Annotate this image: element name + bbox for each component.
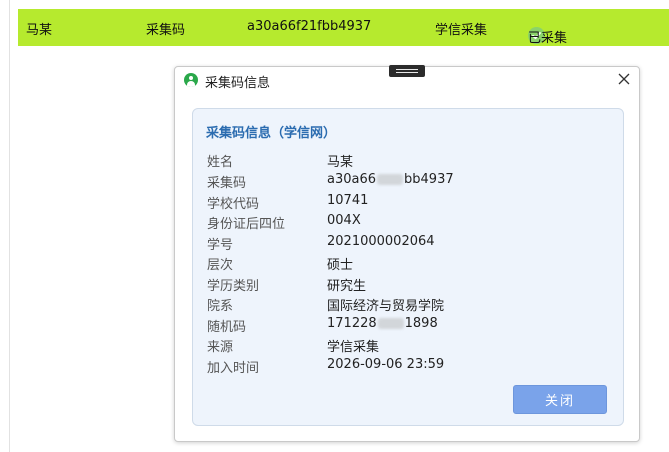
- field-label-added-time: 加入时间: [207, 361, 260, 376]
- field-label-department: 院系: [207, 299, 234, 314]
- close-icon[interactable]: [615, 70, 633, 88]
- field-label-code: 采集码: [207, 176, 247, 191]
- redaction-blur: [377, 174, 404, 185]
- dialog-titlebar: 采集码信息: [175, 67, 639, 93]
- source: 学信采集: [435, 23, 488, 38]
- field-value-random-code: 171228 1898: [327, 316, 438, 331]
- field-label-source: 来源: [207, 340, 234, 355]
- field-label-random-code: 随机码: [207, 320, 247, 335]
- field-value-added-time: 2026-09-06 23:59: [327, 357, 445, 372]
- field-label-id-last4: 身份证后四位: [207, 217, 286, 232]
- field-value-student-id: 2021000002064: [327, 234, 435, 249]
- code-label: 采集码: [146, 23, 186, 38]
- field-label-level: 层次: [207, 258, 234, 273]
- field-value-id-last4: 004X: [327, 213, 361, 228]
- field-value-school-code: 10741: [327, 193, 369, 208]
- table-row[interactable]: 马某 采集码 a30a66f21fbb4937 学信采集 已采集: [18, 9, 669, 46]
- field-label-degree-type: 学历类别: [207, 279, 260, 294]
- redaction-blur: [377, 318, 404, 329]
- field-value-degree-type: 研究生: [327, 279, 367, 294]
- info-panel: 采集码信息（学信网） 姓名 马某 采集码 a30a66 bb4937 学校代码 1…: [192, 108, 624, 426]
- close-button[interactable]: 关闭: [513, 385, 607, 414]
- dialog-title: 采集码信息: [205, 76, 271, 91]
- panel-title: 采集码信息（学信网）: [206, 126, 337, 141]
- field-label-name: 姓名: [207, 155, 234, 170]
- user-icon: [184, 73, 198, 87]
- list-left-border: [9, 0, 10, 452]
- code-value: a30a66f21fbb4937: [247, 19, 372, 34]
- code-info-dialog: 采集码信息 采集码信息（学信网） 姓名 马某 采集码 a30a66 bb4937 …: [174, 65, 640, 442]
- field-value-source: 学信采集: [327, 340, 380, 355]
- field-value-code: a30a66 bb4937: [327, 172, 454, 187]
- field-value-level: 硕士: [327, 258, 354, 273]
- field-value-name: 马某: [327, 155, 354, 170]
- student-name: 马某: [26, 23, 53, 38]
- field-label-student-id: 学号: [207, 238, 234, 253]
- status-label: 已采集: [528, 31, 568, 46]
- field-label-school-code: 学校代码: [207, 197, 260, 212]
- field-value-department: 国际经济与贸易学院: [327, 299, 445, 314]
